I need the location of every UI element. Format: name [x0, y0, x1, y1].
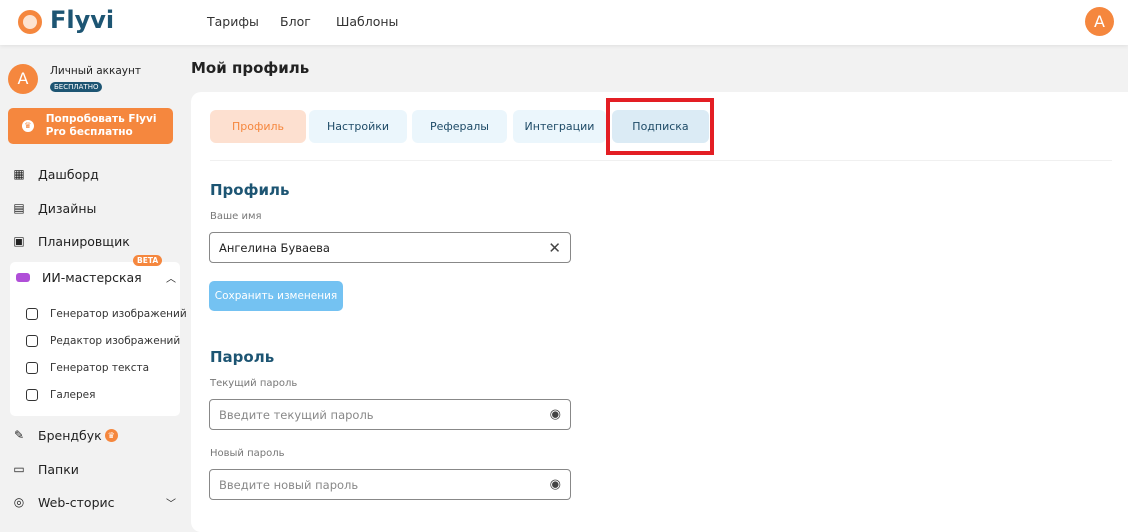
- tab-settings[interactable]: Настройки: [309, 110, 407, 143]
- sidebar-item-planner[interactable]: ▣ Планировщик: [12, 230, 129, 252]
- current-password-label: Текущий пароль: [210, 378, 298, 389]
- save-changes-button[interactable]: Сохранить изменения: [209, 281, 343, 311]
- grid-icon: ▦: [13, 167, 25, 181]
- image-edit-icon: [26, 335, 38, 347]
- name-label: Ваше имя: [210, 211, 262, 222]
- image-plus-icon: [26, 308, 38, 320]
- sidebar-subitem-text-generator[interactable]: Генератор текста: [26, 362, 149, 374]
- eye-off-icon[interactable]: ◉: [550, 407, 561, 422]
- sidebar-item-ai-workshop[interactable]: ИИ-мастерская ︿: [16, 266, 176, 288]
- robot-icon: [16, 272, 30, 282]
- crown-icon: ♛: [104, 428, 118, 442]
- try-pro-button[interactable]: ♛ Попробовать Flyvi Pro бесплатно: [8, 108, 173, 144]
- clear-icon[interactable]: ✕: [548, 239, 561, 257]
- current-password-input[interactable]: Введите текущий пароль ◉: [209, 399, 571, 430]
- sidebar-item-brandbook[interactable]: ✎ Брендбук ♛: [12, 424, 118, 446]
- password-heading: Пароль: [210, 348, 275, 366]
- profile-card: [191, 92, 1128, 532]
- gallery-icon: [26, 389, 38, 401]
- sidebar-subitem-image-editor[interactable]: Редактор изображений: [26, 335, 180, 347]
- new-password-input[interactable]: Введите новый пароль ◉: [209, 469, 571, 500]
- instagram-icon: ◎: [13, 495, 25, 509]
- plan-badge: БЕСПЛАТНО: [50, 82, 103, 92]
- sidebar-item-web-stories[interactable]: ◎ Web-сторис ﹀: [12, 491, 176, 513]
- name-input[interactable]: Ангелина Буваева ✕: [209, 232, 571, 263]
- profile-heading: Профиль: [210, 181, 290, 199]
- sidebar-item-folders[interactable]: ▭ Папки: [12, 458, 79, 480]
- nav-tariffs[interactable]: Тарифы: [207, 14, 259, 29]
- logo[interactable]: Flyvi: [50, 6, 114, 34]
- top-header: Flyvi Тарифы Блог Шаблоны A: [0, 0, 1128, 45]
- beta-badge: BETA: [133, 255, 163, 266]
- sidebar-subitem-image-generator[interactable]: Генератор изображений: [26, 308, 187, 320]
- new-password-label: Новый пароль: [210, 448, 285, 459]
- user-avatar[interactable]: A: [1085, 7, 1114, 36]
- tab-referrals[interactable]: Рефералы: [412, 110, 507, 143]
- divider: [210, 160, 1112, 161]
- page-title: Мой профиль: [191, 59, 310, 77]
- logo-icon: [18, 10, 42, 34]
- text-icon: [26, 362, 38, 374]
- crown-icon: ♛: [22, 120, 34, 132]
- highlight-box: [606, 98, 714, 155]
- account-name[interactable]: Личный аккаунт: [50, 65, 141, 77]
- folder-icon: ▭: [13, 462, 25, 476]
- designs-icon: ▤: [13, 201, 25, 215]
- sidebar-item-designs[interactable]: ▤ Дизайны: [12, 197, 96, 219]
- nav-blog[interactable]: Блог: [280, 14, 311, 29]
- eye-off-icon[interactable]: ◉: [550, 477, 561, 492]
- tab-integrations[interactable]: Интеграции: [513, 110, 606, 143]
- chevron-up-icon[interactable]: ︿: [166, 270, 176, 285]
- calendar-icon: ▣: [13, 234, 25, 248]
- chevron-down-icon[interactable]: ﹀: [166, 495, 176, 510]
- tab-profile[interactable]: Профиль: [210, 110, 306, 143]
- sidebar-subitem-gallery[interactable]: Галерея: [26, 389, 95, 401]
- sidebar-item-dashboard[interactable]: ▦ Дашборд: [12, 163, 98, 185]
- brandbook-icon: ✎: [13, 428, 25, 442]
- nav-templates[interactable]: Шаблоны: [336, 14, 398, 29]
- account-avatar[interactable]: A: [8, 64, 38, 94]
